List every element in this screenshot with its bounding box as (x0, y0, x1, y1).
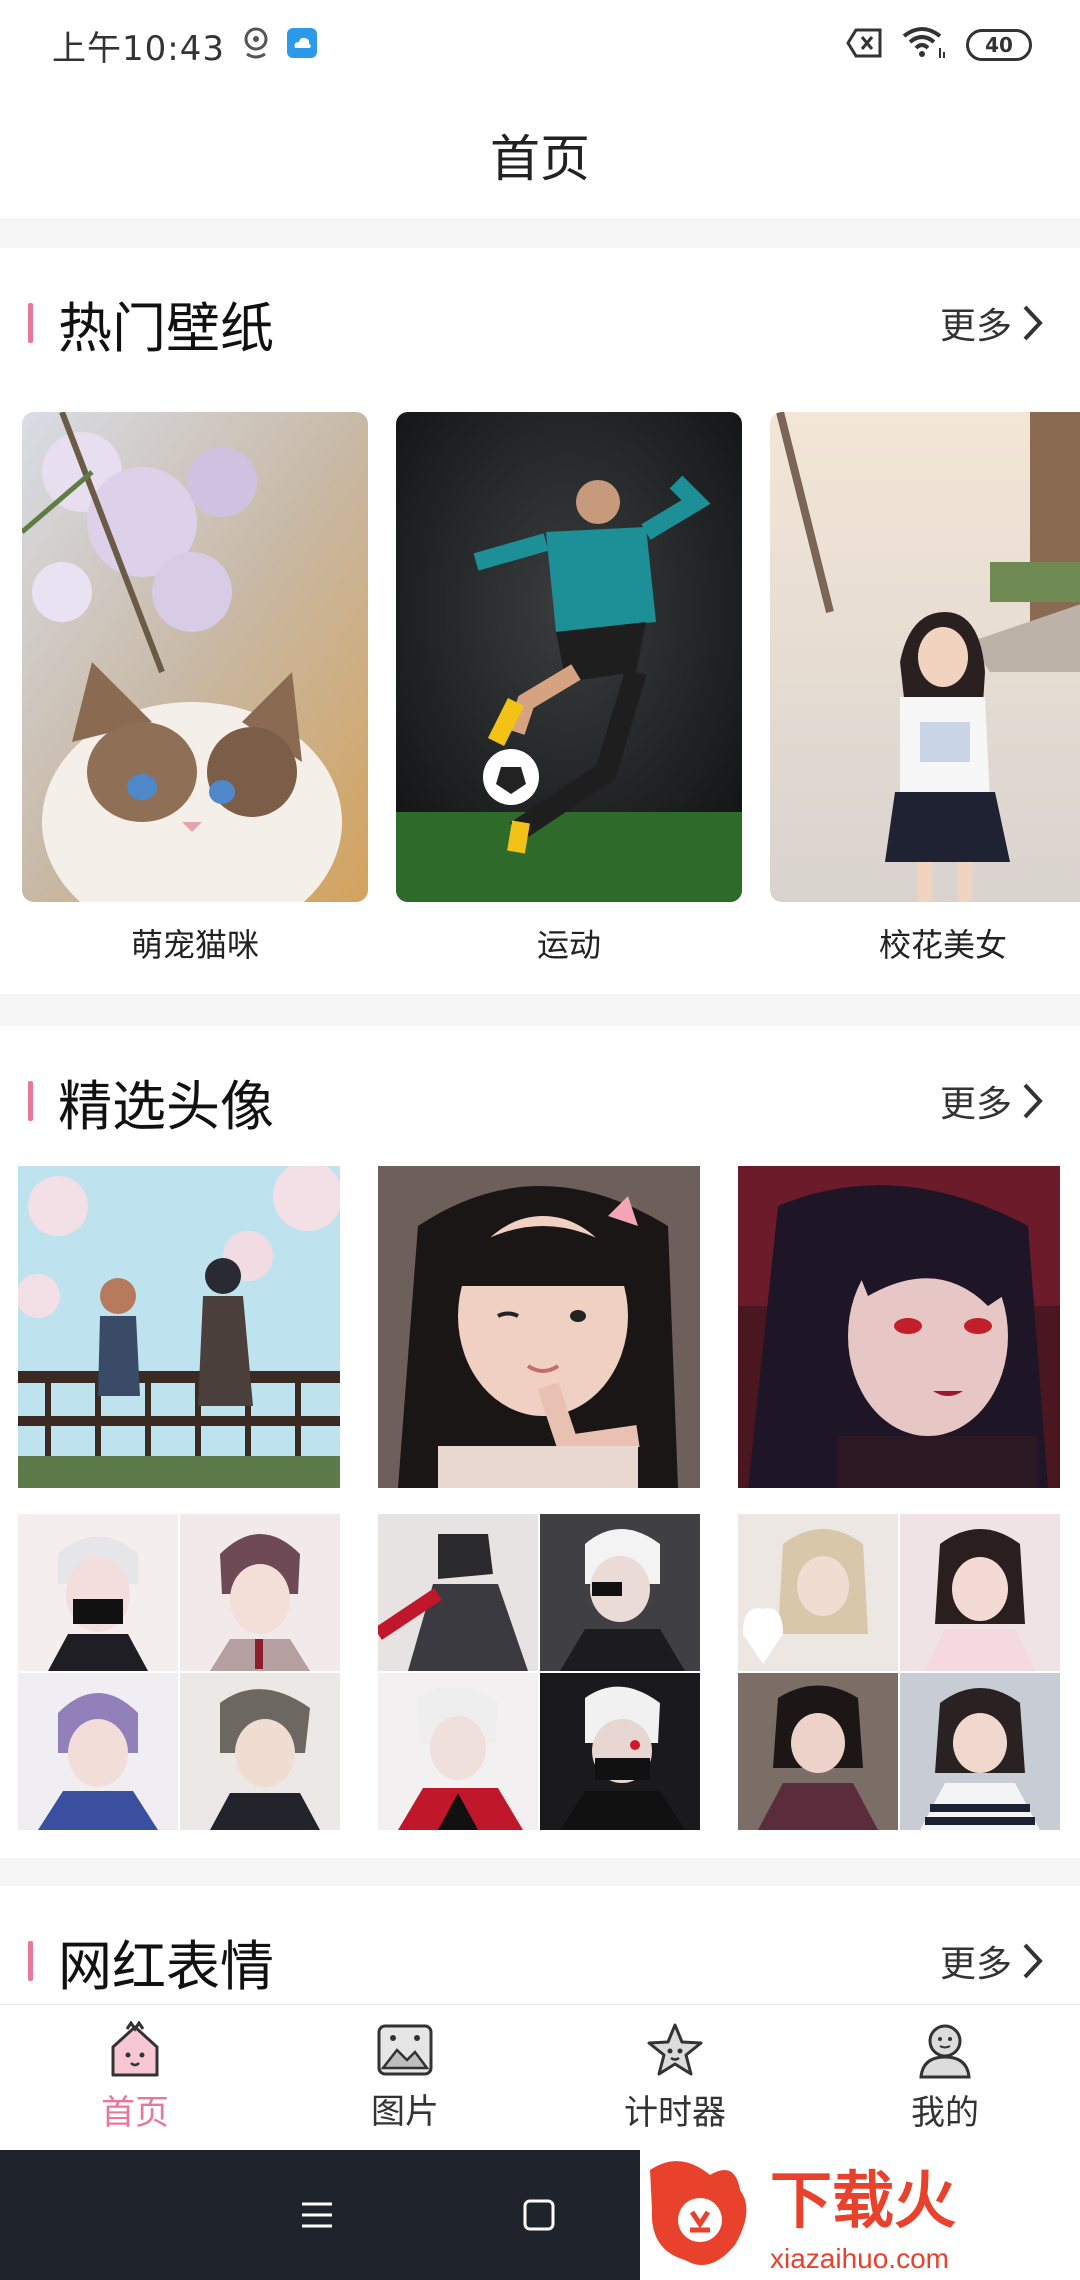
avatar-thumb (378, 1673, 538, 1830)
watermark-logo: 下载火 xiazaihuo.com (640, 2150, 1080, 2280)
avatar-thumb (900, 1514, 1060, 1671)
avatar-thumb (738, 1673, 898, 1830)
nav-home[interactable]: 首页 (0, 2005, 270, 2150)
menu-button[interactable] (292, 2190, 342, 2240)
home-button[interactable] (514, 2190, 564, 2240)
avatar-tile-girls[interactable] (738, 1514, 1060, 1830)
star-icon (647, 2023, 703, 2076)
section-accent-bar (28, 1941, 33, 1981)
wifi-icon (902, 26, 948, 64)
section-header: 网红表情 更多 (0, 1926, 1080, 1998)
profile-icon (919, 2024, 971, 2079)
more-button[interactable]: 更多 (940, 1935, 1044, 1987)
nav-images[interactable]: 图片 (270, 2005, 540, 2150)
avatar-tile-ghoul[interactable] (378, 1514, 700, 1830)
section-accent-bar (28, 303, 33, 343)
svg-text:xiazaihuo.com: xiazaihuo.com (770, 2243, 949, 2274)
section-title: 热门壁纸 (58, 296, 274, 360)
section-header: 热门壁纸 更多 (0, 288, 1080, 360)
square-icon (523, 2199, 555, 2231)
avatar-thumb (540, 1673, 700, 1830)
nav-label: 我的 (911, 2093, 979, 2133)
avatar-thumb (18, 1673, 178, 1830)
section-header: 精选头像 更多 (0, 1066, 1080, 1138)
section-avatars: 精选头像 更多 (0, 1026, 1080, 1858)
chevron-right-icon (1023, 305, 1043, 341)
wallpaper-card-girl[interactable]: 校花美女 (770, 412, 1080, 966)
status-bar: 上午10:43 40 (0, 0, 1080, 90)
wallpaper-image-girl[interactable] (770, 412, 1080, 902)
battery-indicator: 40 (966, 29, 1032, 61)
wallpaper-card-sport[interactable]: 运动 (396, 412, 742, 966)
nav-label: 首页 (101, 2093, 169, 2133)
avatar-thumb (540, 1514, 700, 1671)
nav-label: 计时器 (624, 2093, 726, 2133)
avatar-tile-dark-girl[interactable] (738, 1166, 1060, 1488)
avatar-thumb (180, 1673, 340, 1830)
avatar-thumb (18, 1514, 178, 1671)
status-time: 上午10:43 (52, 28, 225, 69)
title-bar: 首页 (0, 90, 1080, 220)
chevron-right-icon (1023, 1083, 1043, 1119)
sim-off-icon (846, 28, 884, 62)
more-label: 更多 (939, 1084, 1012, 1125)
bottom-nav: 首页 图片 计时器 我的 (0, 2004, 1080, 2150)
section-accent-bar (28, 1081, 33, 1121)
page-title: 首页 (490, 129, 590, 188)
image-icon (377, 2024, 433, 2076)
section-wallpapers: 热门壁纸 更多 萌宠猫咪 运动 校花美女 (0, 248, 1080, 994)
more-label: 更多 (939, 1944, 1012, 1985)
avatar-thumb (378, 1514, 538, 1671)
wallpaper-card-cat[interactable]: 萌宠猫咪 (22, 412, 368, 966)
avatar-tile-anime-couple[interactable] (18, 1166, 340, 1488)
location-icon (241, 26, 271, 64)
system-nav-bar: 下载火 xiazaihuo.com (0, 2150, 1080, 2280)
more-button[interactable]: 更多 (940, 1075, 1044, 1127)
wallpaper-image-sport[interactable] (396, 412, 742, 902)
more-label: 更多 (939, 306, 1012, 347)
wallpaper-image-cat[interactable] (22, 412, 368, 902)
wallpaper-label: 校花美女 (878, 926, 1007, 964)
wallpaper-label: 运动 (536, 926, 601, 964)
svg-text:下载火: 下载火 (770, 2167, 956, 2236)
avatar-thumb (900, 1673, 1060, 1830)
chevron-right-icon (1023, 1943, 1043, 1979)
more-button[interactable]: 更多 (940, 297, 1044, 349)
menu-icon (302, 2202, 332, 2228)
nav-label: 图片 (371, 2092, 439, 2132)
avatar-tile-anime-boys[interactable] (18, 1514, 340, 1830)
avatar-tile-girl-wink[interactable] (378, 1166, 700, 1488)
nav-timer[interactable]: 计时器 (540, 2005, 810, 2150)
avatar-thumb (180, 1514, 340, 1671)
nav-profile[interactable]: 我的 (810, 2005, 1080, 2150)
wallpaper-label: 萌宠猫咪 (130, 926, 259, 964)
section-title: 精选头像 (58, 1074, 274, 1138)
cloud-app-icon (286, 28, 317, 62)
section-title: 网红表情 (58, 1934, 274, 1998)
section-stickers: 网红表情 更多 (0, 1886, 1080, 2004)
home-icon (111, 2021, 159, 2077)
avatar-thumb (738, 1514, 898, 1671)
